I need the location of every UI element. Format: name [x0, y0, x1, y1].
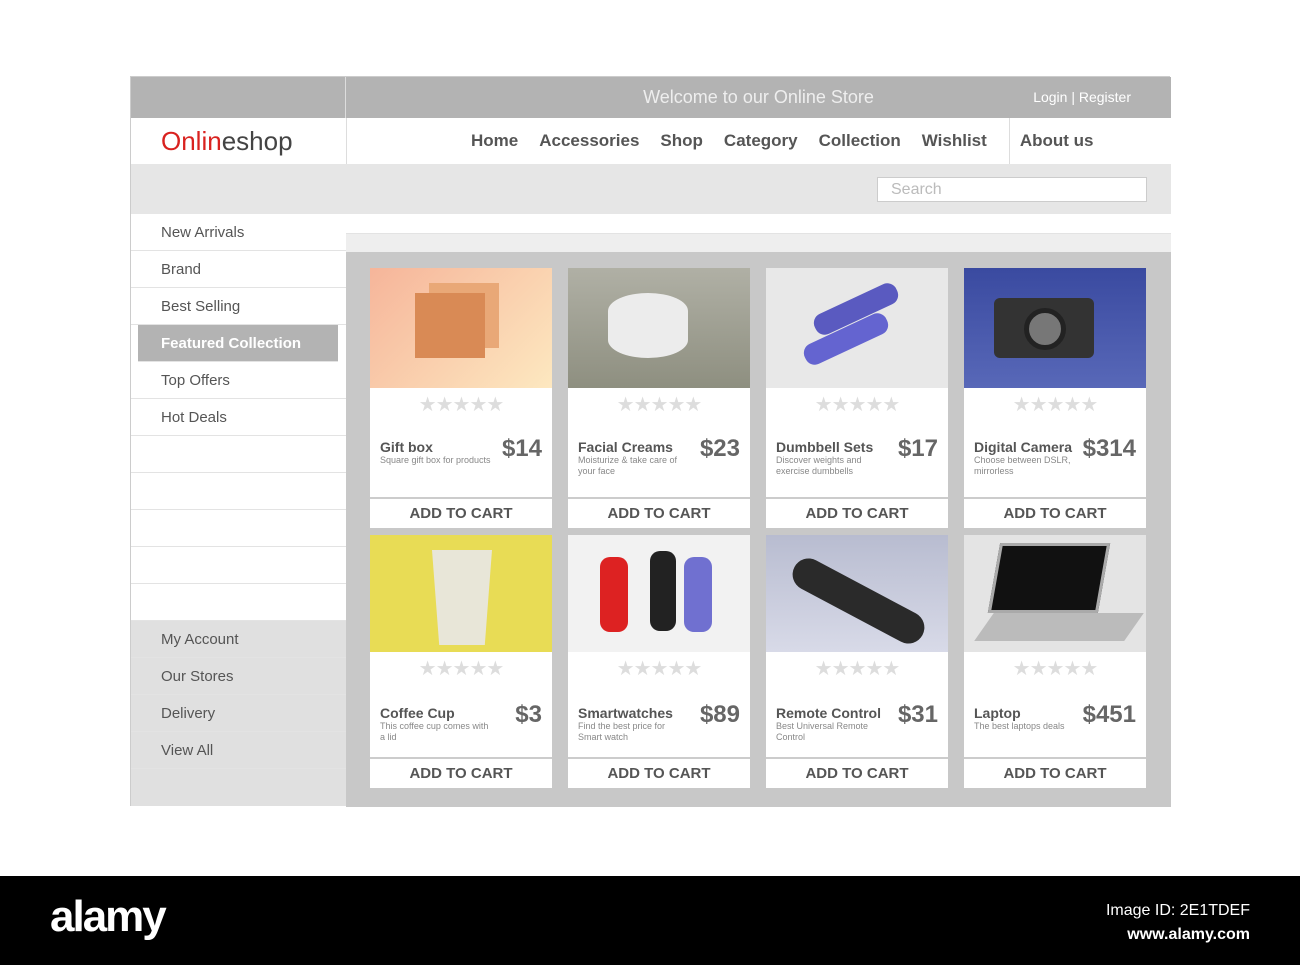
- product-image[interactable]: [766, 268, 948, 388]
- logo[interactable]: Onlineshop: [161, 126, 293, 157]
- watermark-banner: alamy Image ID: 2E1TDEF www.alamy.com: [0, 876, 1300, 965]
- product-description: The best laptops deals: [974, 721, 1065, 731]
- sidebar-item-best-selling[interactable]: Best Selling: [131, 288, 346, 325]
- add-to-cart-button[interactable]: ADD TO CART: [964, 757, 1146, 788]
- product-price: $3: [515, 701, 542, 728]
- product-description: Best Universal Remote Control: [776, 721, 869, 742]
- nav-about-us[interactable]: About us: [1008, 118, 1093, 164]
- product-image[interactable]: [370, 268, 552, 388]
- add-to-cart-button[interactable]: ADD TO CART: [370, 497, 552, 528]
- add-to-cart-button[interactable]: ADD TO CART: [766, 497, 948, 528]
- product-image[interactable]: [964, 535, 1146, 652]
- add-to-cart-button[interactable]: ADD TO CART: [370, 757, 552, 788]
- rating-stars-icon[interactable]: ★★★★★: [370, 656, 552, 681]
- rating-stars-icon[interactable]: ★★★★★: [568, 392, 750, 417]
- sidebar-item-top-offers[interactable]: Top Offers: [131, 362, 346, 399]
- product-image[interactable]: [766, 535, 948, 652]
- rating-stars-icon[interactable]: ★★★★★: [568, 656, 750, 681]
- rating-stars-icon[interactable]: ★★★★★: [766, 656, 948, 681]
- product-description: Moisturize & take care of your face: [578, 455, 678, 476]
- nav-home[interactable]: Home: [471, 131, 518, 164]
- product-card: ★★★★★ Smartwatches Find the best price f…: [568, 535, 750, 788]
- product-price: $451: [1082, 701, 1136, 728]
- product-price: $314: [1082, 435, 1136, 462]
- top-bar: Welcome to our Online Store Login | Regi…: [131, 77, 1171, 118]
- product-price: $89: [699, 701, 740, 728]
- product-card: ★★★★★ Facial Creams Moisturize & take ca…: [568, 268, 750, 528]
- sidebar-item-new-arrivals[interactable]: New Arrivals: [131, 214, 346, 251]
- add-to-cart-button[interactable]: ADD TO CART: [568, 497, 750, 528]
- product-image[interactable]: [568, 268, 750, 388]
- nav-category[interactable]: Category: [724, 131, 798, 164]
- sidebar-item-my-account[interactable]: My Account: [131, 621, 346, 658]
- sidebar-item-our-stores[interactable]: Our Stores: [131, 658, 346, 695]
- product-price: $31: [897, 701, 938, 728]
- product-description: Choose between DSLR, mirrorless: [974, 455, 1071, 476]
- nav-wishlist[interactable]: Wishlist: [922, 131, 987, 164]
- product-image[interactable]: [964, 268, 1146, 388]
- sidebar-item-view-all[interactable]: View All: [131, 732, 346, 769]
- rating-stars-icon[interactable]: ★★★★★: [964, 392, 1146, 417]
- product-grid: ★★★★★ Gift box Square gift box for produ…: [346, 252, 1171, 807]
- product-price: $23: [699, 435, 740, 462]
- rating-stars-icon[interactable]: ★★★★★: [370, 392, 552, 417]
- product-price: $17: [897, 435, 938, 462]
- add-to-cart-button[interactable]: ADD TO CART: [964, 497, 1146, 528]
- search-input[interactable]: Search: [877, 177, 1147, 202]
- product-card: ★★★★★ Remote Control Best Universal Remo…: [766, 535, 948, 788]
- product-description: This coffee cup comes with a lid: [380, 721, 489, 742]
- alamy-url: www.alamy.com: [1127, 926, 1250, 943]
- sidebar-item-brand[interactable]: Brand: [131, 251, 346, 288]
- product-description: Square gift box for products: [380, 455, 491, 465]
- product-image[interactable]: [370, 535, 552, 652]
- alamy-logo: alamy: [50, 892, 167, 941]
- product-card: ★★★★★ Gift box Square gift box for produ…: [370, 268, 552, 528]
- rating-stars-icon[interactable]: ★★★★★: [964, 656, 1146, 681]
- product-price: $14: [501, 435, 542, 462]
- search-band: Search: [131, 164, 1171, 214]
- sidebar-item-delivery[interactable]: Delivery: [131, 695, 346, 732]
- add-to-cart-button[interactable]: ADD TO CART: [568, 757, 750, 788]
- nav-bar: Onlineshop Home Accessories Shop Categor…: [131, 118, 1171, 164]
- sidebar-item-hot-deals[interactable]: Hot Deals: [131, 399, 346, 436]
- product-card: ★★★★★ Dumbbell Sets Discover weights and…: [766, 268, 948, 528]
- product-image[interactable]: [568, 535, 750, 652]
- nav-accessories[interactable]: Accessories: [539, 131, 639, 164]
- login-register-link[interactable]: Login | Register: [1033, 89, 1131, 105]
- store-frame: Welcome to our Online Store Login | Regi…: [130, 76, 1171, 807]
- sidebar-item-featured-collection[interactable]: Featured Collection: [138, 325, 338, 362]
- product-description: Discover weights and exercise dumbbells: [776, 455, 862, 476]
- product-card: ★★★★★ Coffee Cup This coffee cup comes w…: [370, 535, 552, 788]
- rating-stars-icon[interactable]: ★★★★★: [766, 392, 948, 417]
- sidebar: New Arrivals Brand Best Selling Featured…: [131, 214, 346, 806]
- product-description: Find the best price for Smart watch: [578, 721, 666, 742]
- nav-collection[interactable]: Collection: [819, 131, 901, 164]
- product-card: ★★★★★ Laptop The best laptops deals $451…: [964, 535, 1146, 788]
- nav-shop[interactable]: Shop: [660, 131, 703, 164]
- image-id: Image ID: 2E1TDEF: [1105, 902, 1250, 919]
- product-card: ★★★★★ Digital Camera Choose between DSLR…: [964, 268, 1146, 528]
- add-to-cart-button[interactable]: ADD TO CART: [766, 757, 948, 788]
